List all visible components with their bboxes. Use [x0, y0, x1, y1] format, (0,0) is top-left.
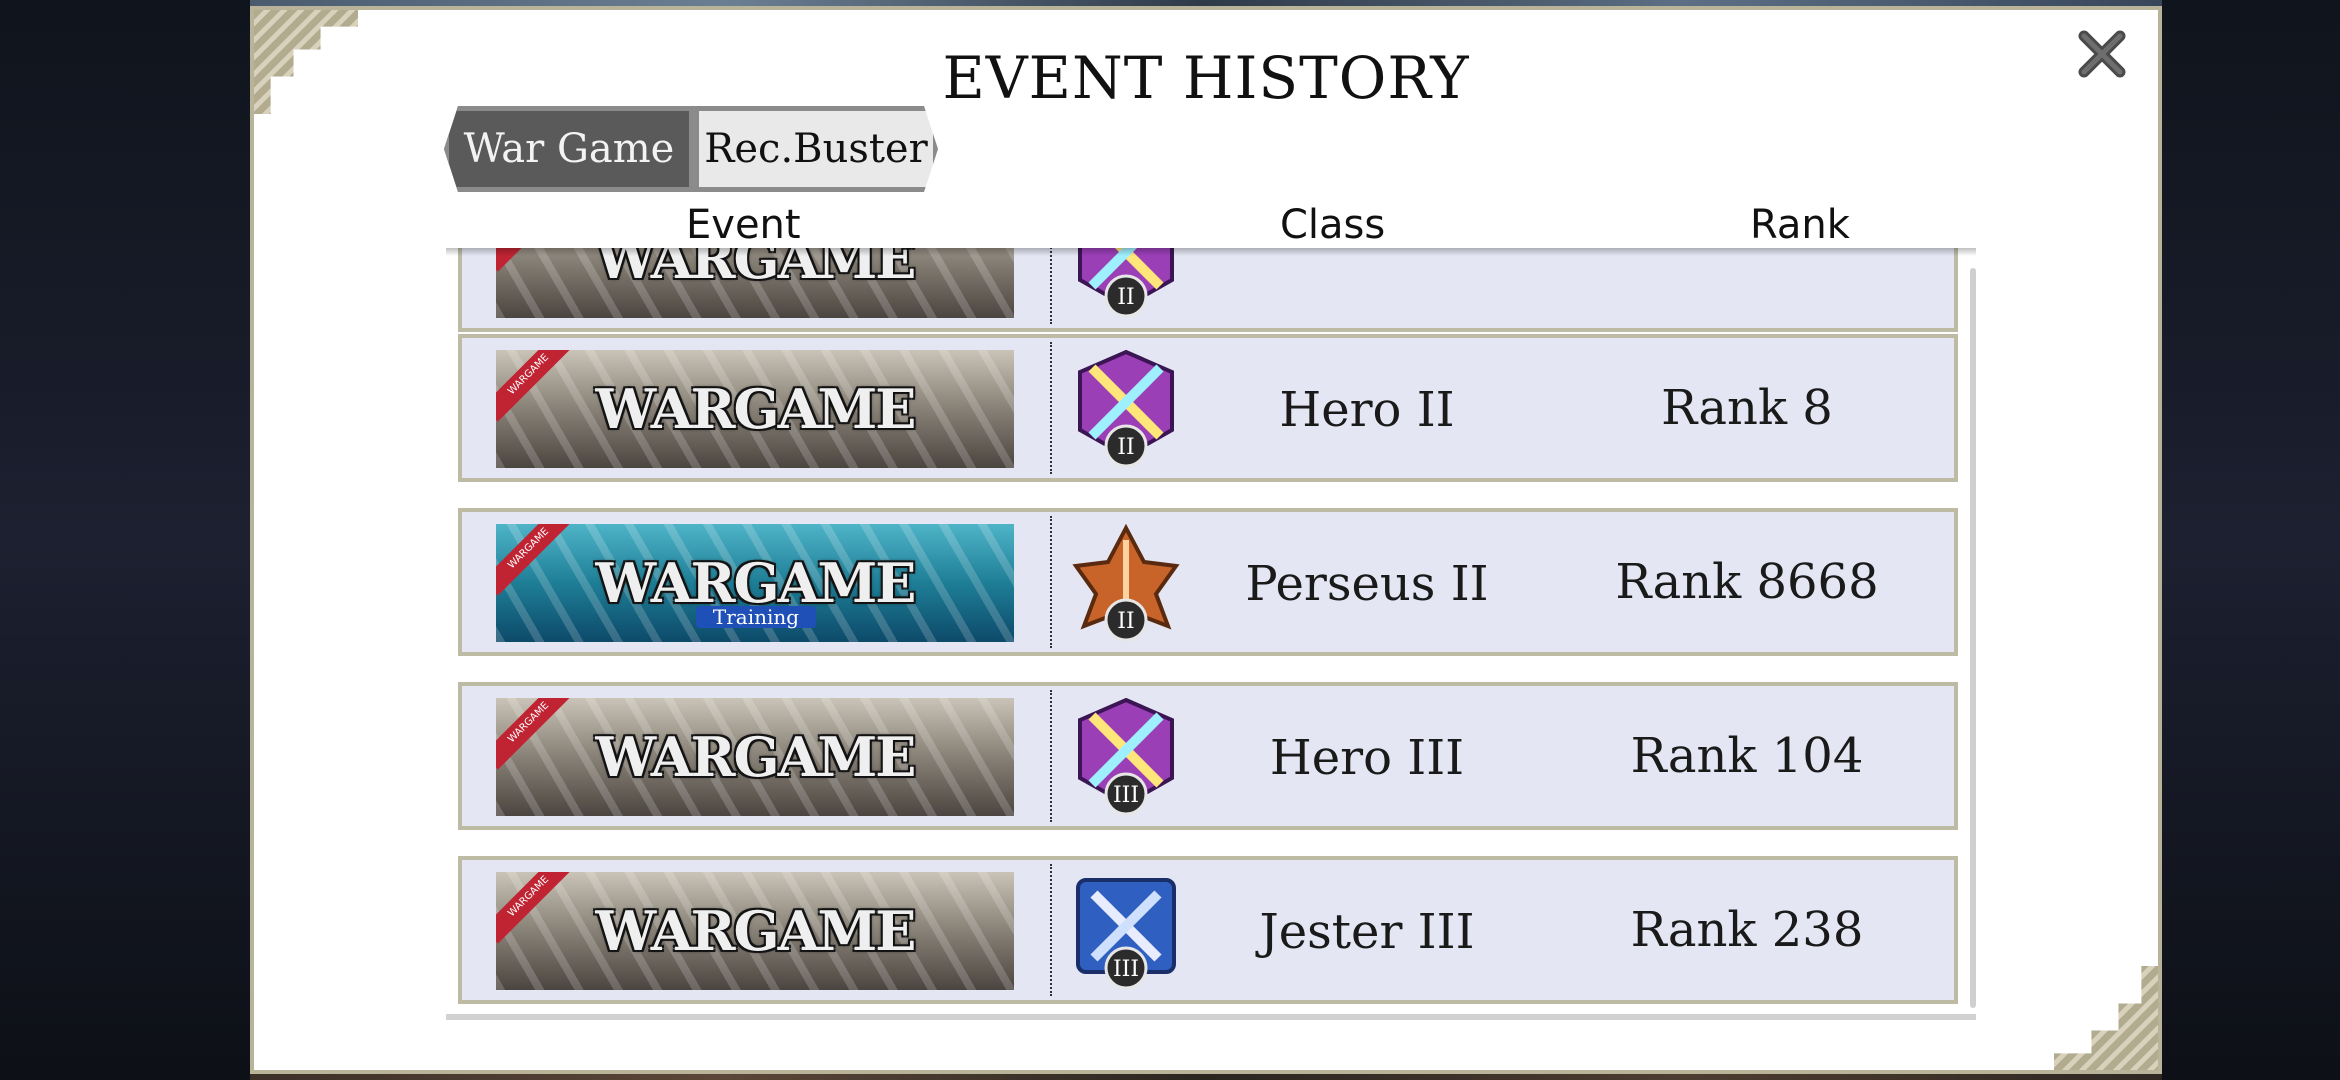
- event-banner: WARGAME WARGAME Training: [496, 524, 1014, 642]
- background-right: [2162, 0, 2340, 1080]
- class-name: Jester III: [1259, 904, 1475, 960]
- wargame-logo: WARGAME: [595, 377, 917, 441]
- rank-value: Rank 8668: [1615, 554, 1879, 610]
- column-header-event: Event: [686, 202, 801, 248]
- scrollbar[interactable]: [1970, 268, 1976, 1008]
- rank-value: Rank 104: [1630, 728, 1864, 784]
- history-row[interactable]: WARGAME WARGAME III Hero III Rank 104: [458, 682, 1958, 830]
- class-rank-numeral: II: [1117, 609, 1134, 634]
- row-divider: [1050, 864, 1052, 996]
- history-row[interactable]: WARGAME WARGAME Training II Perseus II Rank 8…: [458, 508, 1958, 656]
- list-top-shadow: [446, 248, 1976, 256]
- column-header-class: Class: [1280, 202, 1386, 248]
- class-name: Hero III: [1269, 730, 1465, 786]
- event-history-list[interactable]: WARGAMEWARGAMEIIWARGAMEWARGAMEIIHero IIR…: [446, 248, 1976, 1020]
- history-row[interactable]: WARGAME WARGAME II Hero II Rank 8: [458, 334, 1958, 482]
- class-rank-numeral: II: [1117, 435, 1134, 460]
- corner-decoration-bottom-right: [2054, 966, 2158, 1070]
- row-divider: [1050, 248, 1052, 324]
- tab-war-game[interactable]: War Game: [444, 106, 694, 192]
- event-history-dialog: EVENT HISTORY War Game Rec.Buster Event …: [250, 6, 2162, 1074]
- tab-rec-buster[interactable]: Rec.Buster: [694, 106, 938, 192]
- class-rank-numeral: III: [1113, 957, 1139, 982]
- perseus-crest-icon: II: [1064, 522, 1188, 646]
- background-left: [0, 0, 250, 1080]
- wargame-logo: WARGAME: [595, 725, 917, 789]
- event-banner: WARGAMEWARGAME: [496, 350, 1014, 468]
- banner-subtitle: Training: [696, 606, 816, 628]
- wargame-logo: WARGAME: [595, 899, 917, 963]
- hero-crossed-swords-icon: II: [1064, 348, 1188, 472]
- dialog-title: EVENT HISTORY: [942, 44, 1470, 112]
- row-divider: [1050, 690, 1052, 822]
- hero-crossed-swords-icon: III: [1064, 696, 1188, 820]
- class-rank-numeral: II: [1117, 285, 1134, 310]
- row-divider: [1050, 516, 1052, 648]
- close-icon[interactable]: [2072, 24, 2132, 84]
- row-divider: [1050, 342, 1052, 474]
- hero-crossed-swords-icon: II: [1064, 248, 1188, 322]
- class-rank-numeral: III: [1113, 783, 1139, 808]
- jester-crossed-swords-icon: III: [1064, 870, 1188, 994]
- column-header-rank: Rank: [1750, 202, 1850, 248]
- class-name: Perseus II: [1245, 556, 1489, 612]
- history-row[interactable]: WARGAME WARGAME III Jester III Rank 238: [458, 856, 1958, 1004]
- rank-value: Rank 8: [1661, 380, 1833, 436]
- tab-bar: War Game Rec.Buster: [444, 106, 938, 192]
- class-name: Hero II: [1279, 382, 1455, 438]
- event-banner: WARGAMEWARGAME: [496, 248, 1014, 318]
- history-row[interactable]: WARGAMEWARGAME II: [458, 248, 1958, 332]
- event-banner: WARGAMEWARGAME: [496, 698, 1014, 816]
- rank-value: Rank 238: [1630, 902, 1864, 958]
- event-banner: WARGAMEWARGAME: [496, 872, 1014, 990]
